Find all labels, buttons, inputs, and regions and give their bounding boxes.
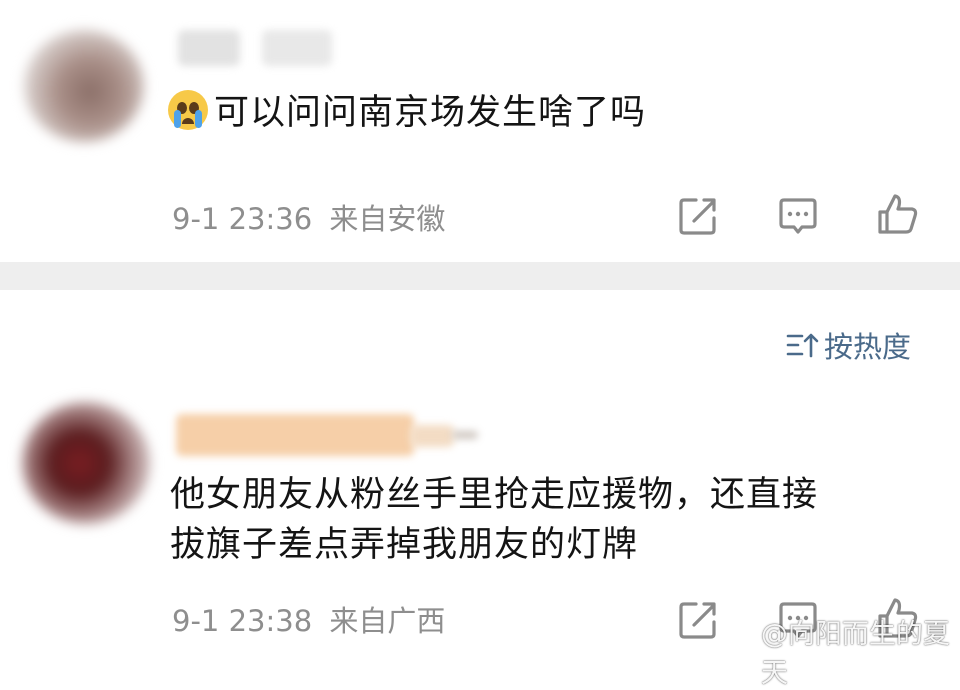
section-divider	[0, 262, 960, 290]
comment-date: 9-1 23:38	[172, 604, 313, 638]
username-badge-blurred	[452, 431, 478, 439]
comment-meta: 9-1 23:38 来自广西	[172, 598, 445, 640]
sort-icon	[786, 333, 819, 358]
username-blurred[interactable]	[262, 30, 332, 66]
watermark-text: @向阳而生的夏天	[760, 619, 950, 689]
avatar[interactable]	[24, 30, 144, 142]
comment-body: 可以问问南京场发生啥了吗	[214, 93, 647, 133]
comment-date: 9-1 23:36	[172, 202, 313, 236]
username-blurred[interactable]	[176, 414, 414, 456]
sort-label: 按热度	[824, 330, 912, 364]
comment-location: 来自安徽	[329, 202, 446, 236]
like-icon[interactable]	[876, 192, 920, 236]
watermark: @向阳而生的夏天	[720, 612, 960, 690]
avatar[interactable]	[22, 402, 150, 524]
weibo-logo-icon	[721, 639, 755, 666]
comment-body-line: 拔旗子差点弄掉我朋友的灯牌	[170, 525, 639, 565]
crying-face-icon	[168, 90, 208, 130]
share-icon[interactable]	[676, 194, 720, 238]
comment-location: 来自广西	[329, 604, 446, 638]
sort-by-hot-button[interactable]: 按热度	[786, 324, 911, 366]
comment-body-line: 他女朋友从粉丝手里抢走应援物，还直接	[170, 475, 819, 515]
share-icon[interactable]	[676, 598, 720, 642]
comment-meta: 9-1 23:36 来自安徽	[172, 196, 445, 238]
username-badge-blurred	[410, 425, 454, 447]
comment-text: 可以问问南京场发生啥了吗	[168, 88, 646, 138]
comment-text: 他女朋友从粉丝手里抢走应援物，还直接 拔旗子差点弄掉我朋友的灯牌	[170, 470, 930, 570]
username-blurred[interactable]	[178, 30, 240, 66]
comment-icon[interactable]	[776, 194, 820, 238]
